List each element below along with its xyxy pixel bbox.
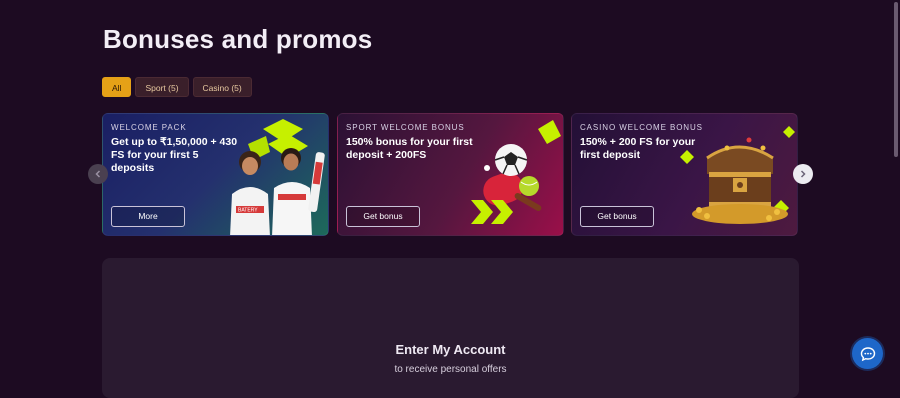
promo-title: 150% bonus for your first deposit + 200F…	[346, 136, 473, 161]
cricket-players-image: BATERY	[230, 119, 325, 235]
page-scrollbar[interactable]	[894, 2, 898, 157]
more-button[interactable]: More	[111, 206, 185, 227]
promo-filter-tabs: All Sport (5) Casino (5)	[102, 77, 252, 97]
promo-label: CASINO WELCOME BONUS	[580, 123, 703, 132]
chat-bubble-icon	[860, 346, 875, 361]
get-bonus-button[interactable]: Get bonus	[346, 206, 420, 227]
promo-label: WELCOME PACK	[111, 123, 187, 132]
account-subtitle: to receive personal offers	[394, 364, 507, 375]
chat-button[interactable]	[852, 338, 883, 369]
chevron-right-icon	[800, 170, 806, 178]
account-title: Enter My Account	[395, 342, 506, 357]
promo-card-sport-welcome: SPORT WELCOME BONUS 150% bonus for your …	[337, 113, 564, 236]
chevron-left-icon	[95, 170, 101, 178]
promo-card-welcome-pack: BATERY WELCOME PACK Get up to ₹1,50,000 …	[102, 113, 329, 236]
filter-tab-sport[interactable]: Sport (5)	[135, 77, 189, 97]
sports-balls-image	[471, 120, 561, 224]
promo-card-casino-welcome: CASINO WELCOME BONUS 150% + 200 FS for y…	[571, 113, 798, 236]
filter-tab-all[interactable]: All	[102, 77, 132, 97]
treasure-chest-image	[680, 126, 795, 224]
account-login-panel: Enter My Account to receive personal off…	[102, 258, 799, 398]
page-title: Bonuses and promos	[103, 24, 373, 54]
get-bonus-button[interactable]: Get bonus	[580, 206, 654, 227]
carousel-prev-button[interactable]	[88, 164, 108, 184]
filter-tab-casino[interactable]: Casino (5)	[192, 77, 252, 97]
carousel-next-button[interactable]	[793, 164, 813, 184]
jersey-brand-text: BATERY	[238, 208, 258, 214]
promo-label: SPORT WELCOME BONUS	[346, 123, 465, 132]
promo-title: 150% + 200 FS for your first deposit	[580, 136, 696, 161]
promo-title: Get up to ₹1,50,000 + 430 FS for your fi…	[111, 136, 238, 174]
